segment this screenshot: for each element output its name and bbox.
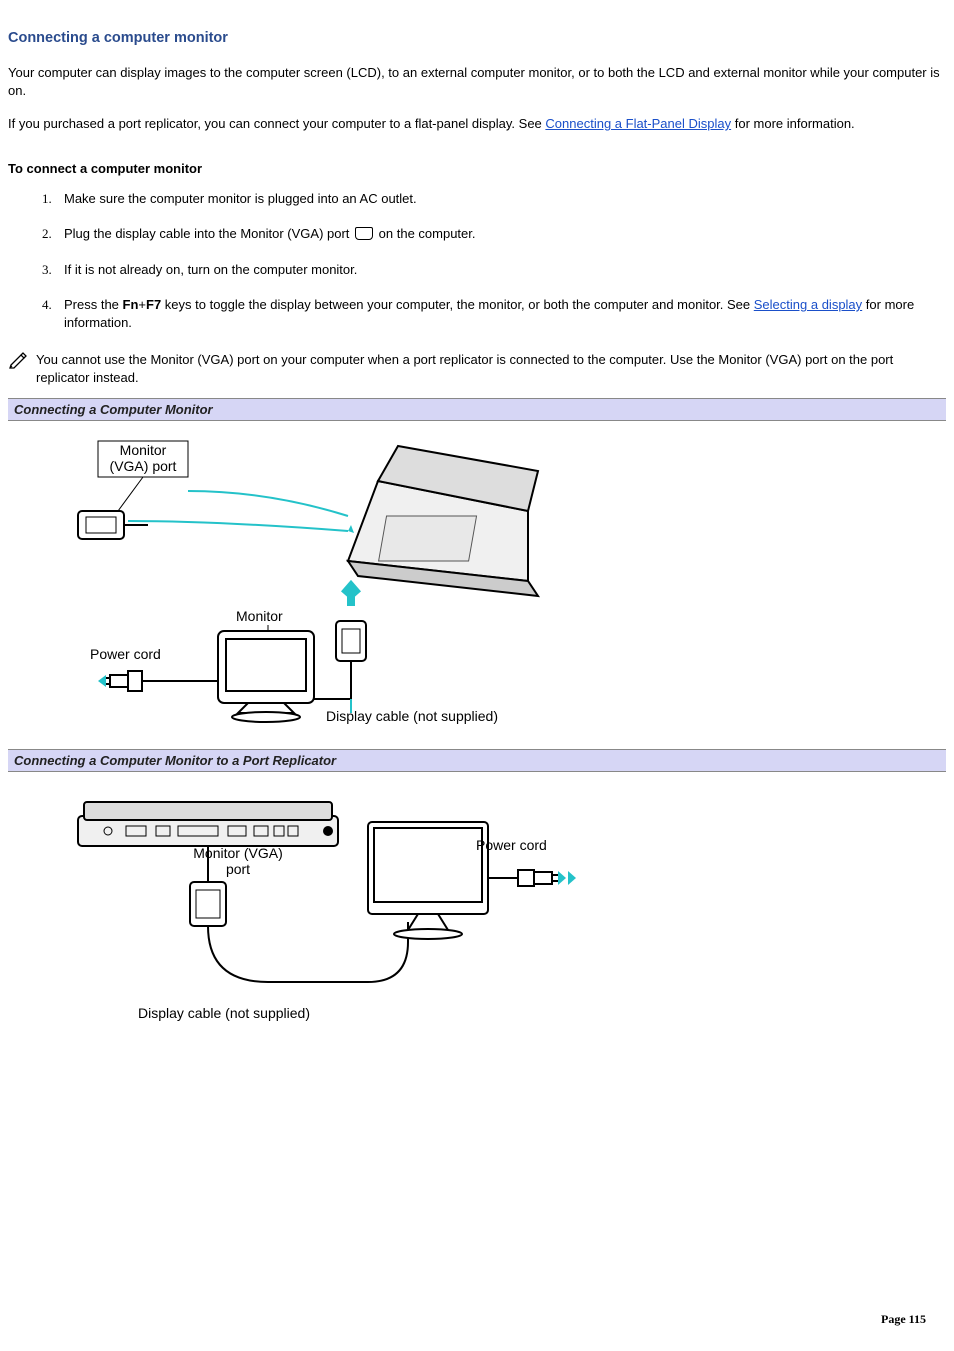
- intro2-pre: If you purchased a port replicator, you …: [8, 116, 545, 131]
- fig2-label-vga: Monitor (VGA) port: [178, 846, 298, 877]
- page-number: Page 115: [881, 1312, 926, 1327]
- figure1-caption: Connecting a Computer Monitor: [8, 398, 946, 421]
- fig2-label-cable: Display cable (not supplied): [138, 1006, 310, 1021]
- fig1-label-cable: Display cable (not supplied): [326, 709, 498, 724]
- page: Connecting a computer monitor Your compu…: [0, 0, 954, 1351]
- key-plus: +: [138, 297, 146, 312]
- key-fn: Fn: [123, 297, 139, 312]
- note-text: You cannot use the Monitor (VGA) port on…: [36, 351, 946, 386]
- selecting-display-link[interactable]: Selecting a display: [754, 297, 862, 312]
- fig1-label-power: Power cord: [90, 647, 161, 662]
- figure1-illustration: [68, 431, 588, 731]
- steps-list: Make sure the computer monitor is plugge…: [8, 190, 946, 332]
- figure2: Monitor (VGA) port Power cord Display ca…: [8, 782, 946, 1042]
- key-f7: F7: [146, 297, 161, 312]
- intro-paragraph-1: Your computer can display images to the …: [8, 64, 946, 99]
- step-4-pre: Press the: [64, 297, 123, 312]
- step-2-post: on the computer.: [375, 226, 475, 241]
- figure1: Monitor (VGA) port Monitor Power cord Di…: [8, 431, 946, 731]
- fig1-label-monitor: Monitor: [236, 609, 283, 624]
- intro2-post: for more information.: [731, 116, 855, 131]
- note: You cannot use the Monitor (VGA) port on…: [8, 351, 946, 386]
- fig2-label-power: Power cord: [476, 838, 547, 853]
- note-icon: [8, 351, 30, 374]
- figure2-caption: Connecting a Computer Monitor to a Port …: [8, 749, 946, 772]
- flat-panel-link[interactable]: Connecting a Flat-Panel Display: [545, 116, 731, 131]
- step-2-pre: Plug the display cable into the Monitor …: [64, 226, 353, 241]
- step-4: Press the Fn+F7 keys to toggle the displ…: [64, 296, 946, 331]
- step-4-mid: keys to toggle the display between your …: [161, 297, 754, 312]
- vga-port-icon: [355, 227, 373, 240]
- section-title: Connecting a computer monitor: [8, 30, 946, 46]
- fig1-label-vga: Monitor (VGA) port: [104, 443, 182, 474]
- step-1: Make sure the computer monitor is plugge…: [64, 190, 946, 208]
- step-2: Plug the display cable into the Monitor …: [64, 225, 946, 243]
- figure2-illustration: [68, 782, 608, 1042]
- step-3: If it is not already on, turn on the com…: [64, 261, 946, 279]
- intro-paragraph-2: If you purchased a port replicator, you …: [8, 115, 946, 133]
- procedure-heading: To connect a computer monitor: [8, 161, 946, 176]
